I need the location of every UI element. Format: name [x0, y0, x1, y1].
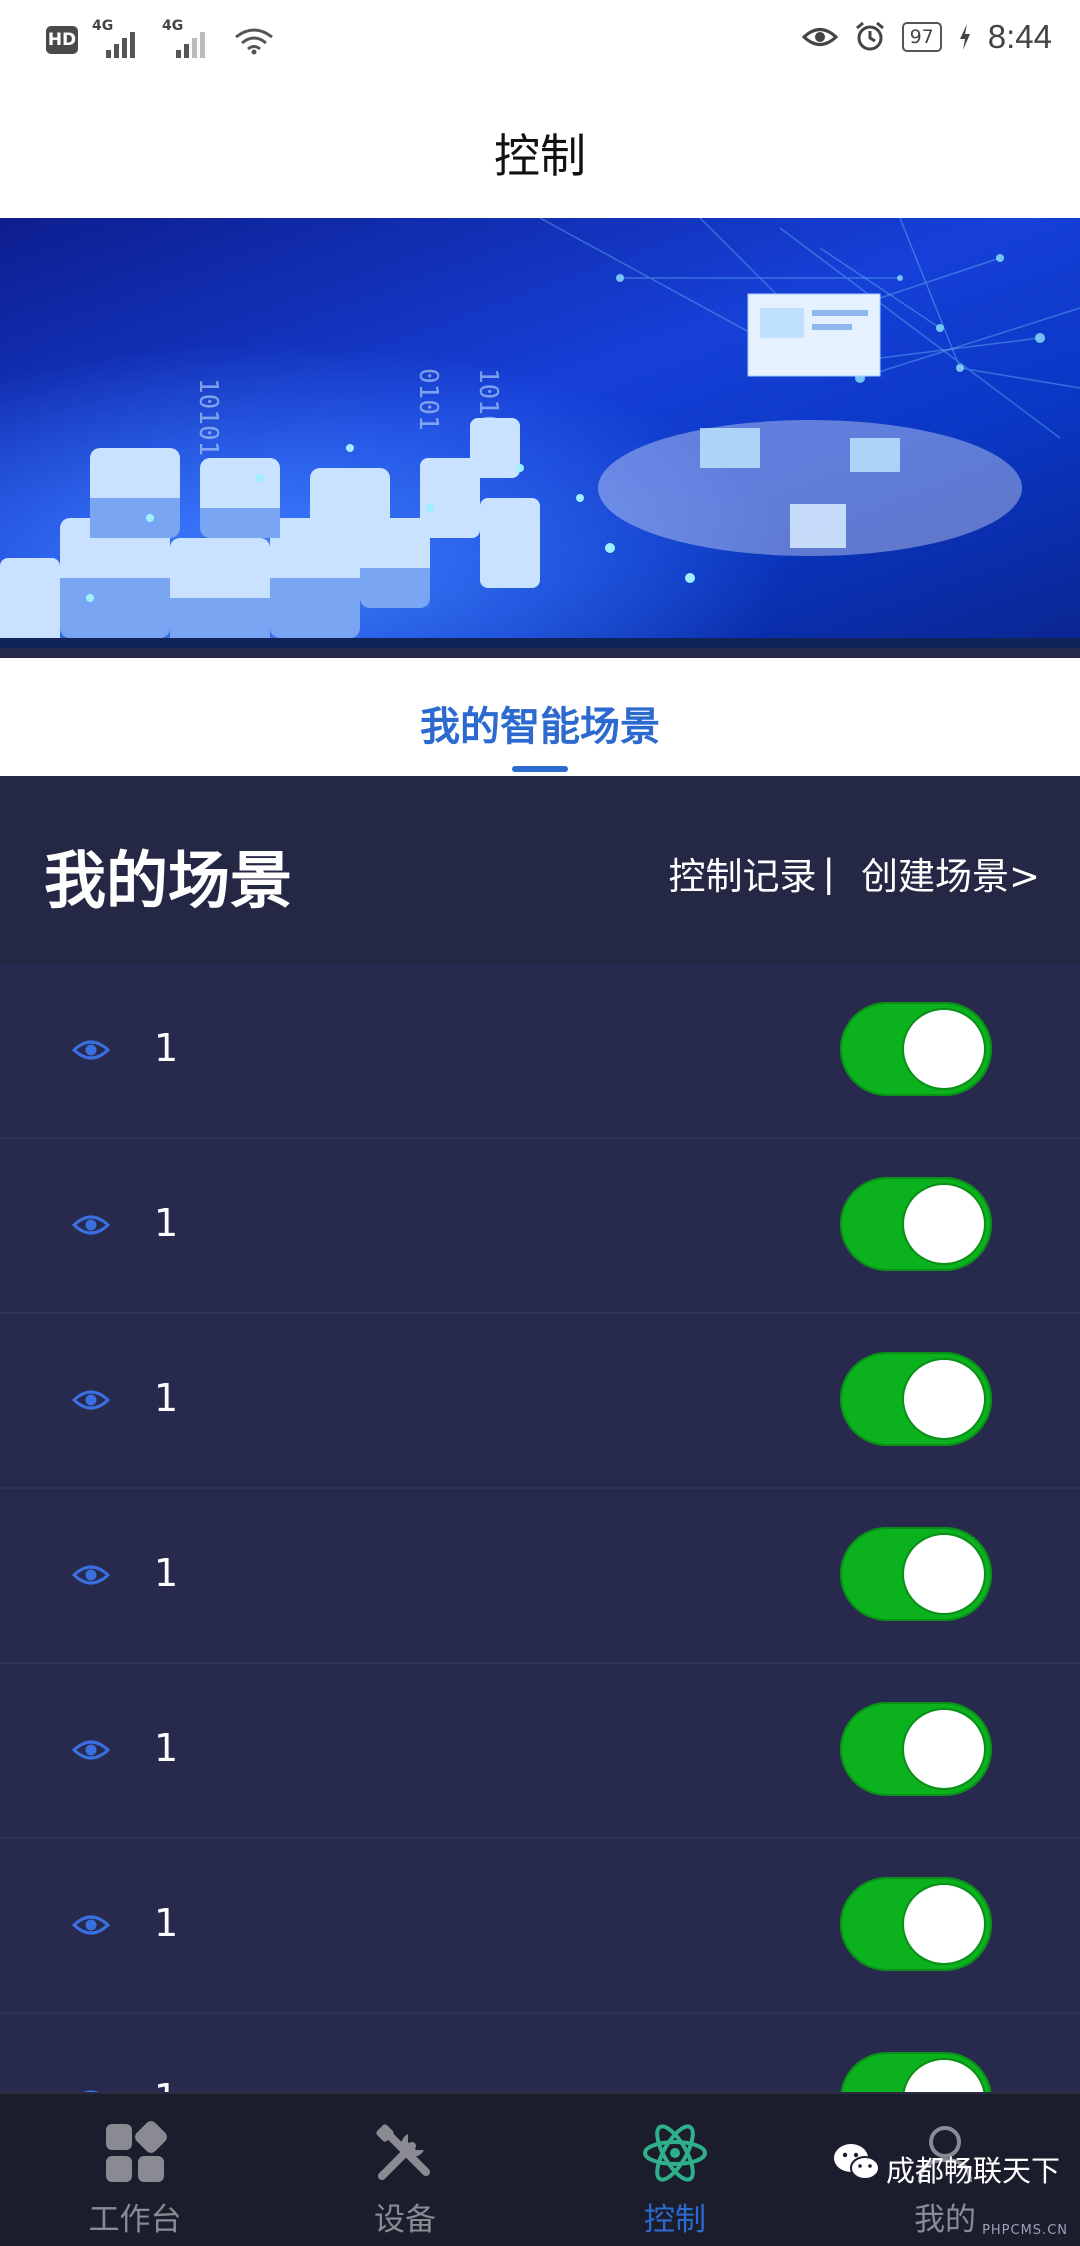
status-bar: HD 4G 4G 97 8:44 — [0, 0, 1080, 86]
banner-image: 10101 0101 1010 — [0, 218, 1080, 648]
eye-icon[interactable] — [72, 1736, 110, 1764]
nav-control[interactable]: 控制 — [540, 2094, 810, 2246]
toggle-knob — [902, 1533, 986, 1615]
nav-label: 控制 — [644, 2202, 706, 2238]
signal-icon-2: 4G — [162, 18, 218, 58]
eye-icon[interactable] — [72, 1911, 110, 1939]
hd-badge: HD — [46, 26, 78, 54]
scene-name: 1 — [154, 1201, 179, 1245]
signal-icon: 4G — [92, 18, 148, 58]
toggle-knob — [902, 1008, 986, 1090]
list-item[interactable]: 1 — [0, 1839, 1080, 2014]
status-left: HD 4G 4G — [46, 18, 276, 58]
scenes-header: 我的场景 控制记录 | 创建场景> — [0, 776, 1080, 964]
nav-workbench[interactable]: 工作台 — [0, 2094, 270, 2246]
scene-name: 1 — [154, 1376, 179, 1420]
scene-name: 1 — [154, 1551, 179, 1595]
scene-toggle[interactable] — [840, 1527, 992, 1621]
battery-level: 97 — [901, 22, 942, 52]
toggle-knob — [902, 1708, 986, 1790]
scene-name: 1 — [154, 1901, 179, 1945]
toggle-knob — [902, 1183, 986, 1265]
tools-icon — [376, 2124, 430, 2180]
scene-toggle[interactable] — [840, 1702, 992, 1796]
scene-name: 1 — [154, 1726, 179, 1770]
alarm-icon — [855, 21, 884, 51]
create-scene-link[interactable]: 创建场景> — [861, 846, 1040, 900]
svg-text:10101: 10101 — [193, 378, 223, 456]
charging-icon — [959, 24, 970, 50]
clock: 8:44 — [987, 18, 1052, 55]
list-item[interactable]: 1 — [0, 1489, 1080, 1664]
eye-icon[interactable] — [72, 1036, 110, 1064]
toggle-knob — [902, 1883, 986, 1965]
grid-icon — [106, 2121, 167, 2182]
watermark-sub: PHPCMS.CN — [982, 2223, 1068, 2238]
tab-smart-scenes[interactable]: 我的智能场景 — [0, 694, 1080, 752]
scene-name: 1 — [154, 1026, 179, 1070]
scene-toggle[interactable] — [840, 1877, 992, 1971]
scene-toggle[interactable] — [840, 1002, 992, 1096]
banner-illustration: 10101 0101 1010 — [0, 218, 1080, 648]
scene-toggle[interactable] — [840, 1177, 992, 1271]
list-item[interactable]: 1 — [0, 1664, 1080, 1839]
nav-label: 设备 — [374, 2202, 436, 2238]
page-title: 控制 — [494, 129, 586, 183]
eye-icon[interactable] — [72, 1386, 110, 1414]
list-item[interactable]: 1 — [0, 1139, 1080, 1314]
atom-icon — [643, 2124, 707, 2182]
control-records-link[interactable]: 控制记录 — [669, 846, 817, 900]
scene-toggle[interactable] — [840, 1352, 992, 1446]
tab-active-indicator — [512, 766, 568, 772]
list-item[interactable]: 1 — [0, 964, 1080, 1139]
watermark-text: 成都畅联天下 — [886, 2154, 1061, 2188]
banner-edge — [0, 638, 1080, 648]
header-links: 控制记录 | 创建场景> — [669, 846, 1040, 900]
status-right: 97 8:44 — [801, 18, 1052, 56]
eye-comfort-icon — [801, 28, 838, 46]
tab-bar: 我的智能场景 — [0, 658, 1080, 776]
list-item[interactable]: 1 — [0, 1314, 1080, 1489]
toggle-knob — [902, 1358, 986, 1440]
title-bar: 控制 — [0, 86, 1080, 218]
scenes-title: 我的场景 — [44, 844, 293, 917]
link-separator: | — [822, 851, 835, 895]
nav-devices[interactable]: 设备 — [270, 2094, 540, 2246]
wechat-icon — [834, 2144, 880, 2180]
wifi-icon — [235, 28, 273, 55]
svg-text:0101: 0101 — [413, 368, 443, 431]
eye-icon[interactable] — [72, 1211, 110, 1239]
nav-label: 工作台 — [88, 2202, 182, 2238]
scene-list: 1 1 1 1 1 1 1 — [0, 964, 1080, 2189]
watermark: 成都畅联天下 PHPCMS.CN — [822, 2116, 1080, 2244]
eye-icon[interactable] — [72, 1561, 110, 1589]
